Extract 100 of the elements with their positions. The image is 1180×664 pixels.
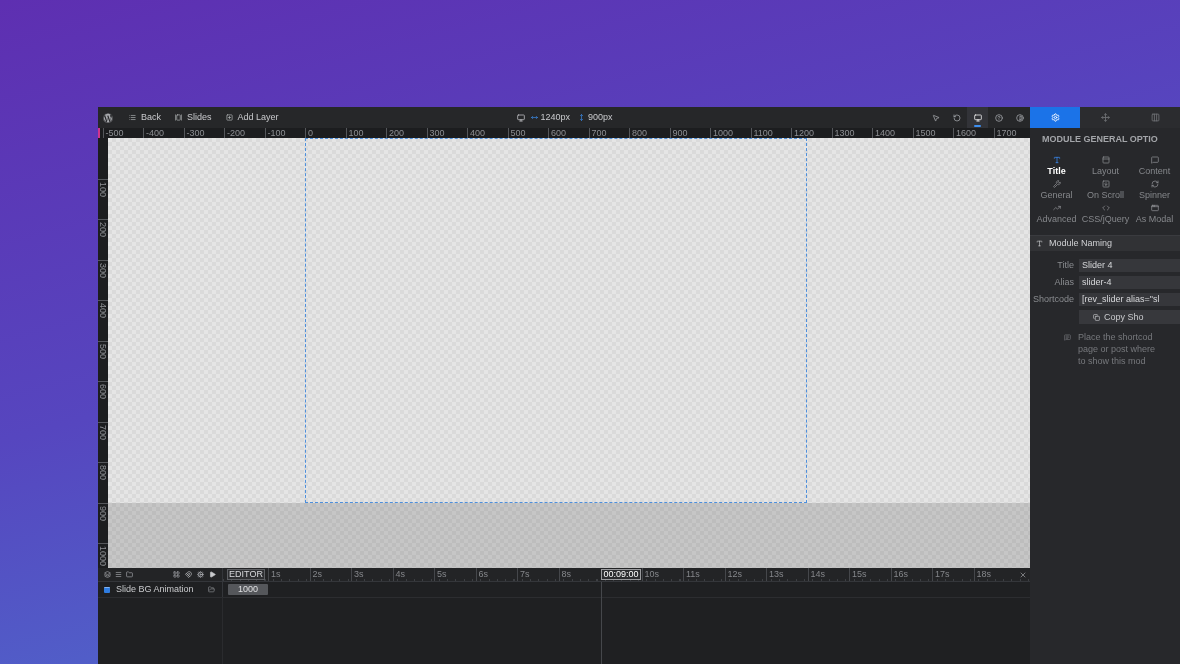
ruler-label: 600 (551, 128, 568, 138)
panel-icon (1101, 156, 1110, 164)
half-circle-icon (1015, 113, 1024, 122)
time-mark: 17s (935, 570, 951, 579)
ruler-label: 400 (98, 303, 108, 321)
plus-square-icon (225, 114, 233, 121)
ruler-label: -100 (267, 128, 287, 138)
ruler-label: 300 (98, 262, 108, 280)
time-mark: 10s (644, 570, 660, 579)
time-mark: 1s (271, 570, 282, 579)
ruler-label: 1700 (996, 128, 1018, 138)
ruler-label: 1500 (915, 128, 937, 138)
ruler-label: 600 (98, 384, 108, 402)
module-option-button[interactable]: General (1032, 178, 1081, 202)
back-button[interactable]: Back (127, 110, 163, 125)
ruler-label: 900 (98, 505, 108, 523)
folder-icon[interactable] (208, 586, 215, 593)
ruler-label: 700 (591, 128, 608, 138)
input-field[interactable]: Slider 4 (1079, 259, 1180, 272)
time-mark: 18s (976, 570, 992, 579)
height-arrows-icon (578, 114, 586, 121)
grid-icon[interactable] (173, 571, 180, 578)
ruler-label: -200 (227, 128, 246, 138)
arrow-down-square-icon (1101, 180, 1110, 188)
layers-tab[interactable] (1130, 107, 1180, 128)
ruler-label: 1100 (753, 128, 774, 138)
help-icon (994, 113, 1003, 122)
width-arrows-icon (530, 114, 538, 121)
cog-icon[interactable] (197, 571, 204, 578)
time-mark: 11s (686, 570, 701, 579)
panel-title: MODULE GENERAL OPTIO (1042, 134, 1158, 144)
settings-tab[interactable] (1030, 107, 1080, 128)
canvas-height: 900px (588, 113, 613, 122)
logo-icon[interactable] (103, 112, 113, 123)
time-mark: 2s (312, 570, 323, 579)
text-icon (1036, 240, 1043, 247)
text-icon (1052, 156, 1061, 164)
ruler-label: -300 (186, 128, 206, 138)
ruler-label: 800 (98, 465, 108, 483)
input-field[interactable]: slider-4 (1079, 276, 1180, 289)
module-option-button[interactable]: On Scroll (1081, 178, 1130, 202)
help-text: Place the shortcod page or post where to show this mod (1078, 331, 1156, 367)
gallery-icon (175, 114, 182, 121)
module-option-button[interactable]: As Modal (1130, 202, 1179, 226)
monitor-icon[interactable] (516, 113, 525, 122)
ruler-label: 500 (510, 128, 527, 138)
ruler-label: 1600 (956, 128, 978, 138)
magnet-icon[interactable] (185, 571, 192, 578)
time-mark: 16s (893, 570, 909, 579)
settings-icon (1050, 113, 1060, 122)
module-option-button[interactable]: Title (1032, 154, 1081, 178)
ruler-label: 700 (98, 424, 108, 442)
layer-row[interactable]: Slide BG Animation (98, 582, 223, 597)
window-icon (1150, 204, 1159, 212)
ruler-label: 1400 (875, 128, 897, 138)
copy-shortcode-button[interactable]: Copy Sho (1079, 310, 1180, 324)
module-option-button[interactable]: Advanced (1032, 202, 1081, 226)
wrench-icon (1052, 180, 1061, 188)
module-option-button[interactable]: CSS/jQuery (1081, 202, 1130, 226)
close-button[interactable] (1018, 570, 1027, 579)
time-mark: 7s (520, 570, 531, 579)
add-layer-button[interactable]: Add Layer (223, 110, 281, 125)
close-icon (1018, 570, 1027, 579)
canvas-width: 1240px (540, 113, 571, 122)
play-icon[interactable] (209, 571, 216, 578)
message-icon (1064, 334, 1071, 341)
ruler-label: 1300 (834, 128, 856, 138)
ruler-label: 0 (308, 128, 314, 138)
input-field[interactable]: [rev_slider alias="sl (1079, 293, 1180, 306)
time-mark: 5s (437, 570, 448, 579)
speech-bubble-icon (1150, 156, 1159, 164)
time-mark: 8s (561, 570, 572, 579)
ruler-label: 900 (672, 128, 689, 138)
time-mark: 12s (727, 570, 743, 579)
field-label: Title (1056, 261, 1074, 270)
time-mark: 6s (478, 570, 489, 579)
playhead-time[interactable]: 00:09:00 (601, 569, 641, 580)
layers-icon[interactable] (104, 571, 111, 578)
slides-button[interactable]: Slides (173, 110, 214, 125)
ruler-label: -500 (105, 128, 125, 138)
module-option-button[interactable]: Layout (1081, 154, 1130, 178)
ruler-label: 1200 (794, 128, 816, 138)
device-button[interactable] (967, 107, 988, 128)
section-header[interactable]: Module Naming (1030, 235, 1180, 251)
menu-icon[interactable] (115, 571, 122, 578)
copy-icon (1093, 313, 1100, 321)
folder-icon[interactable] (126, 571, 133, 578)
navigation-tab[interactable] (1080, 107, 1130, 128)
time-mark: 15s (852, 570, 868, 579)
ruler-label: 100 (98, 181, 108, 199)
duration-bar[interactable]: 1000 (228, 584, 268, 595)
editor-mode-badge[interactable]: EDITOR (227, 569, 265, 580)
field-label: Alias (1053, 278, 1074, 287)
module-option-button[interactable]: Content (1130, 154, 1179, 178)
move-arrows-icon (1100, 113, 1110, 122)
module-option-button[interactable]: Spinner (1130, 178, 1179, 202)
ruler-label: 200 (389, 128, 406, 138)
square-icon (104, 586, 110, 593)
trend-line-icon (1052, 204, 1061, 212)
cursor-icon (931, 113, 940, 122)
